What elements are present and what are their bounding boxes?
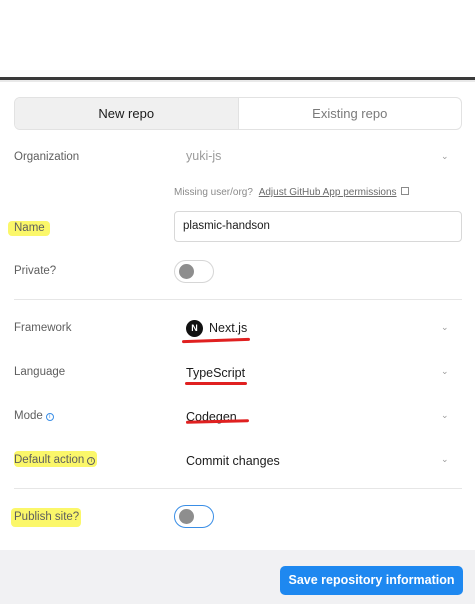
- nextjs-logo-icon: N: [186, 320, 203, 337]
- repo-settings-panel: New repo Existing repo Organization yuki…: [0, 82, 475, 550]
- chevron-down-icon[interactable]: ⌄: [441, 410, 449, 421]
- default-action-label-text: Default action: [14, 454, 85, 466]
- default-action-select[interactable]: Commit changes: [186, 454, 280, 468]
- chevron-down-icon[interactable]: ⌄: [441, 151, 449, 162]
- name-label: Name: [14, 222, 45, 234]
- publish-site-toggle[interactable]: [174, 505, 214, 528]
- repo-mode-tabs: New repo Existing repo: [14, 97, 462, 130]
- organization-label: Organization: [14, 151, 80, 163]
- section-divider: [14, 299, 462, 300]
- permissions-helper: Missing user/org? Adjust GitHub App perm…: [174, 187, 410, 198]
- section-divider: [14, 488, 462, 489]
- helper-text: Missing user/org?: [174, 187, 253, 198]
- language-label: Language: [14, 366, 66, 378]
- language-underline-annotation: [185, 382, 247, 385]
- footer-bar: Save repository information: [0, 550, 475, 604]
- top-blank-area: [0, 0, 475, 77]
- language-select[interactable]: TypeScript: [186, 366, 245, 380]
- private-toggle[interactable]: [174, 260, 214, 283]
- save-repository-button[interactable]: Save repository information: [280, 566, 463, 595]
- framework-underline-annotation: [181, 337, 251, 344]
- framework-select[interactable]: Next.js: [209, 321, 247, 335]
- chevron-down-icon[interactable]: ⌄: [441, 322, 449, 333]
- name-input[interactable]: plasmic-handson: [174, 211, 462, 242]
- info-icon[interactable]: i: [45, 413, 54, 421]
- mode-label-text: Mode: [14, 410, 43, 422]
- tab-new-repo[interactable]: New repo: [15, 98, 239, 129]
- tab-existing-repo[interactable]: Existing repo: [239, 98, 462, 129]
- adjust-permissions-link[interactable]: Adjust GitHub App permissions: [259, 187, 397, 198]
- toggle-knob: [179, 264, 194, 279]
- organization-select[interactable]: yuki-js: [186, 149, 221, 163]
- framework-label: Framework: [14, 322, 72, 334]
- default-action-label: Default action i: [14, 454, 96, 466]
- external-link-icon[interactable]: [401, 187, 410, 195]
- chevron-down-icon[interactable]: ⌄: [441, 454, 449, 465]
- chevron-down-icon[interactable]: ⌄: [441, 366, 449, 377]
- publish-site-label: Publish site?: [14, 511, 80, 523]
- info-icon[interactable]: i: [87, 457, 96, 465]
- private-label: Private?: [14, 265, 57, 277]
- toggle-knob: [179, 509, 194, 524]
- mode-label: Mode i: [14, 410, 54, 422]
